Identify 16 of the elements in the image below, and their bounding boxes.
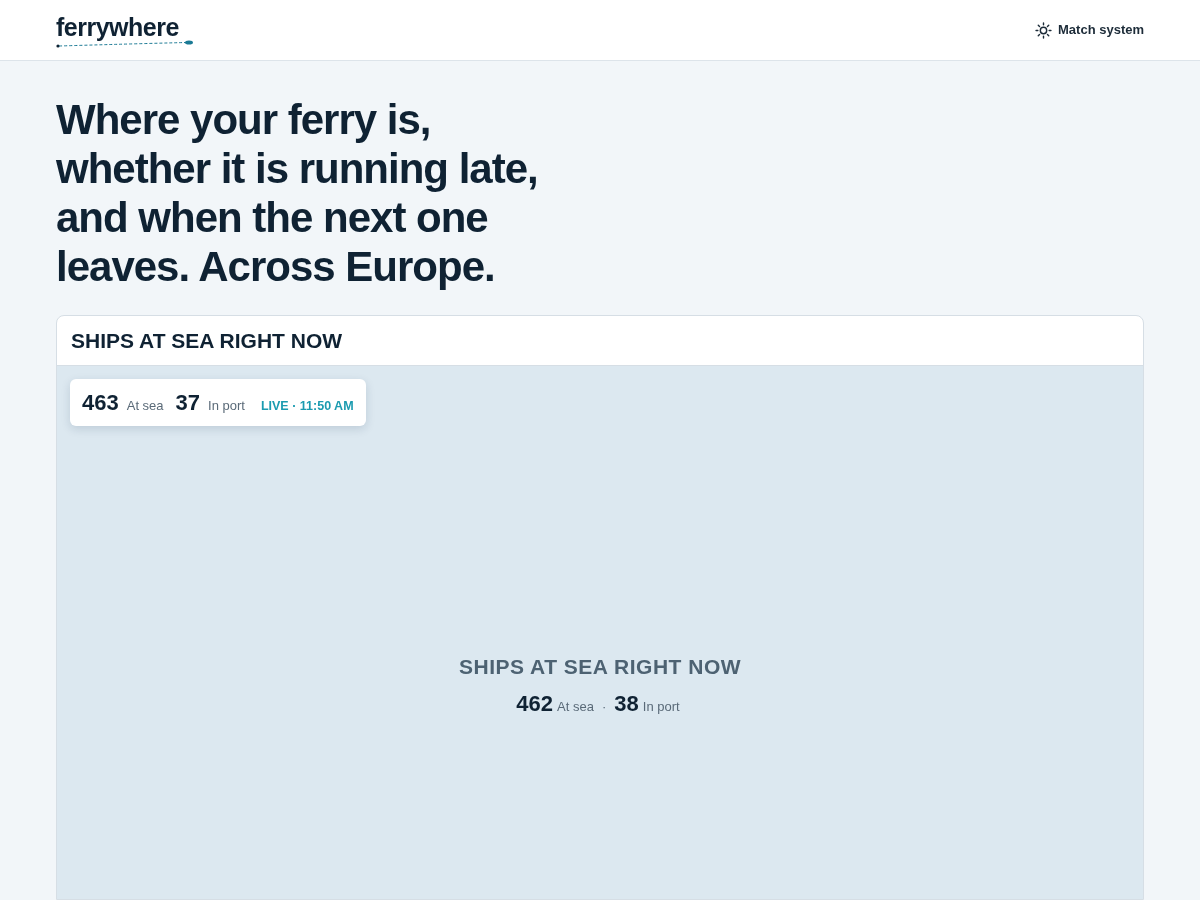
count-label: At sea [126,397,164,416]
count-label: At sea [557,697,594,716]
sun-icon [1035,21,1052,39]
count-label: In port [642,697,680,716]
ship-count: 37 [175,389,201,418]
headline: Where your ferry is, whether it is running late, and when the next one leaves. Across Europe. [56,95,539,291]
live-timestamp: LIVE · 11:50 AM [260,398,354,416]
ship-count: 462 [516,689,554,718]
theme-button[interactable]: Match system [1027,16,1152,44]
separator-dot: · [601,697,607,716]
ship-count: 38 [614,689,639,718]
placeholder-title: SHIPS AT SEA RIGHT NOW [457,654,743,681]
route-line-icon [56,39,194,48]
ship-count: 463 [82,389,119,418]
logo[interactable]: ferrywhere [56,14,194,40]
count-label: In port [208,397,245,416]
